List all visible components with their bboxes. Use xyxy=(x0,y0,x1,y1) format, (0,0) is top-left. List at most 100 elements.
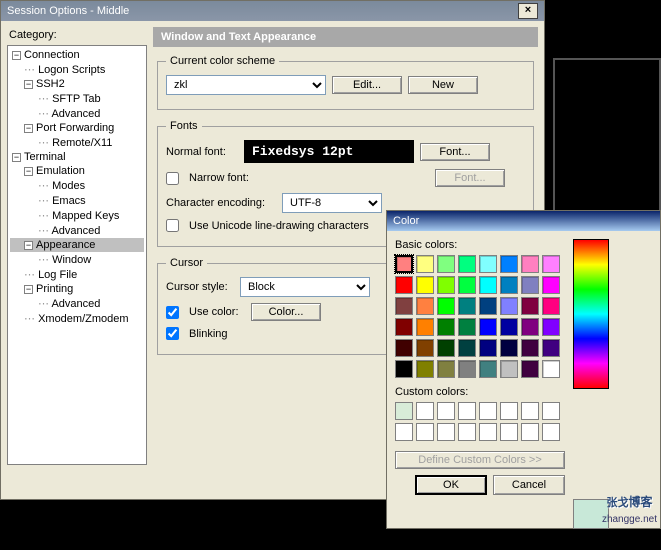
color-swatch[interactable] xyxy=(479,297,497,315)
color-swatch[interactable] xyxy=(500,339,518,357)
color-swatch[interactable] xyxy=(458,339,476,357)
tree-item[interactable]: −SSH2 xyxy=(10,77,144,91)
color-swatch[interactable] xyxy=(500,360,518,378)
cursor-style-select[interactable]: Block xyxy=(240,277,370,297)
custom-color-swatch[interactable] xyxy=(395,402,413,420)
color-swatch[interactable] xyxy=(437,339,455,357)
color-swatch[interactable] xyxy=(479,318,497,336)
tree-item[interactable]: ⋯ Advanced xyxy=(10,296,144,311)
color-swatch[interactable] xyxy=(542,360,560,378)
tree-item[interactable]: −Emulation xyxy=(10,164,144,178)
tree-item[interactable]: ⋯ SFTP Tab xyxy=(10,91,144,106)
custom-color-swatch[interactable] xyxy=(542,423,560,441)
tree-item[interactable]: −Terminal xyxy=(10,150,144,164)
color-button[interactable]: Color... xyxy=(251,303,321,321)
color-swatch[interactable] xyxy=(458,297,476,315)
custom-color-swatch[interactable] xyxy=(458,402,476,420)
custom-color-swatch[interactable] xyxy=(479,402,497,420)
custom-color-swatch[interactable] xyxy=(437,402,455,420)
encoding-select[interactable]: UTF-8 xyxy=(282,193,382,213)
color-swatch[interactable] xyxy=(437,255,455,273)
color-gradient[interactable] xyxy=(573,239,609,389)
color-swatch[interactable] xyxy=(500,276,518,294)
color-swatch[interactable] xyxy=(395,297,413,315)
custom-color-swatch[interactable] xyxy=(479,423,497,441)
color-swatch[interactable] xyxy=(458,255,476,273)
tree-item[interactable]: −Appearance xyxy=(10,238,144,252)
color-swatch[interactable] xyxy=(542,339,560,357)
tree-toggle-icon[interactable]: − xyxy=(24,80,33,89)
color-swatch[interactable] xyxy=(395,276,413,294)
color-swatch[interactable] xyxy=(437,318,455,336)
color-swatch[interactable] xyxy=(500,255,518,273)
color-swatch[interactable] xyxy=(521,297,539,315)
color-swatch[interactable] xyxy=(479,339,497,357)
tree-toggle-icon[interactable]: − xyxy=(12,51,21,60)
category-tree[interactable]: −Connection⋯ Logon Scripts−SSH2⋯ SFTP Ta… xyxy=(7,45,147,465)
tree-item[interactable]: −Connection xyxy=(10,48,144,62)
color-swatch[interactable] xyxy=(395,360,413,378)
cancel-button[interactable]: Cancel xyxy=(493,475,565,495)
tree-item[interactable]: ⋯ Modes xyxy=(10,178,144,193)
color-swatch[interactable] xyxy=(395,339,413,357)
tree-item[interactable]: ⋯ Advanced xyxy=(10,106,144,121)
color-swatch[interactable] xyxy=(458,276,476,294)
color-swatch[interactable] xyxy=(416,297,434,315)
custom-color-swatch[interactable] xyxy=(416,402,434,420)
color-swatch[interactable] xyxy=(542,297,560,315)
color-swatch[interactable] xyxy=(458,318,476,336)
color-swatch[interactable] xyxy=(521,318,539,336)
color-swatch[interactable] xyxy=(437,276,455,294)
color-swatch[interactable] xyxy=(437,297,455,315)
tree-item[interactable]: −Port Forwarding xyxy=(10,121,144,135)
color-swatch[interactable] xyxy=(416,276,434,294)
scheme-select[interactable]: zkl xyxy=(166,75,326,95)
color-swatch[interactable] xyxy=(500,297,518,315)
edit-button[interactable]: Edit... xyxy=(332,76,402,94)
tree-item[interactable]: ⋯ Emacs xyxy=(10,193,144,208)
color-swatch[interactable] xyxy=(521,276,539,294)
custom-color-swatch[interactable] xyxy=(500,423,518,441)
custom-color-swatch[interactable] xyxy=(542,402,560,420)
unicode-checkbox[interactable] xyxy=(166,219,179,232)
color-swatch[interactable] xyxy=(437,360,455,378)
color-swatch[interactable] xyxy=(542,276,560,294)
tree-item[interactable]: ⋯ Advanced xyxy=(10,223,144,238)
tree-toggle-icon[interactable]: − xyxy=(24,124,33,133)
color-swatch[interactable] xyxy=(458,360,476,378)
color-swatch[interactable] xyxy=(416,360,434,378)
blinking-checkbox[interactable] xyxy=(166,327,179,340)
color-swatch[interactable] xyxy=(521,339,539,357)
color-swatch[interactable] xyxy=(395,318,413,336)
tree-toggle-icon[interactable]: − xyxy=(24,241,33,250)
color-swatch[interactable] xyxy=(521,360,539,378)
color-swatch[interactable] xyxy=(542,255,560,273)
color-swatch[interactable] xyxy=(416,339,434,357)
narrow-font-checkbox[interactable] xyxy=(166,172,179,185)
tree-item[interactable]: −Printing xyxy=(10,282,144,296)
color-swatch[interactable] xyxy=(500,318,518,336)
color-swatch[interactable] xyxy=(416,318,434,336)
tree-item[interactable]: ⋯ Window xyxy=(10,252,144,267)
tree-item[interactable]: ⋯ Xmodem/Zmodem xyxy=(10,311,144,326)
tree-item[interactable]: ⋯ Remote/X11 xyxy=(10,135,144,150)
color-swatch[interactable] xyxy=(416,255,434,273)
custom-color-swatch[interactable] xyxy=(416,423,434,441)
tree-toggle-icon[interactable]: − xyxy=(12,153,21,162)
new-button[interactable]: New xyxy=(408,76,478,94)
custom-color-swatch[interactable] xyxy=(521,402,539,420)
color-swatch[interactable] xyxy=(521,255,539,273)
color-swatch[interactable] xyxy=(542,318,560,336)
ok-button[interactable]: OK xyxy=(415,475,487,495)
custom-color-swatch[interactable] xyxy=(437,423,455,441)
close-icon[interactable]: × xyxy=(518,3,538,19)
color-swatch[interactable] xyxy=(479,255,497,273)
tree-toggle-icon[interactable]: − xyxy=(24,167,33,176)
tree-toggle-icon[interactable]: − xyxy=(24,285,33,294)
custom-color-swatch[interactable] xyxy=(500,402,518,420)
tree-item[interactable]: ⋯ Mapped Keys xyxy=(10,208,144,223)
tree-item[interactable]: ⋯ Logon Scripts xyxy=(10,62,144,77)
use-color-checkbox[interactable] xyxy=(166,306,179,319)
custom-color-swatch[interactable] xyxy=(458,423,476,441)
color-swatch[interactable] xyxy=(479,360,497,378)
